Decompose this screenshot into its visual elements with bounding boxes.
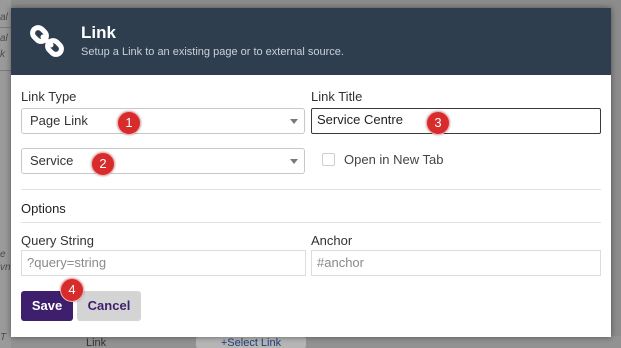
link-dialog: Link Setup a Link to an existing page or…	[11, 8, 611, 337]
open-new-tab-label: Open in New Tab	[344, 152, 444, 167]
link-title-label: Link Title	[311, 89, 363, 104]
link-type-select[interactable]: Page Link	[21, 108, 305, 134]
background-divider	[0, 70, 11, 71]
link-title-input[interactable]: Service Centre	[311, 108, 601, 134]
background-link-label: Link	[86, 337, 107, 348]
dialog-title: Link	[81, 23, 116, 42]
background-select-link-button: +Select Link	[196, 337, 306, 348]
annotation-badge: 1	[117, 111, 141, 135]
background-text-fragment: k	[0, 49, 5, 60]
anchor-placeholder: #anchor	[317, 255, 364, 270]
anchor-label: Anchor	[311, 233, 353, 248]
link-type-label: Link Type	[21, 89, 77, 104]
query-string-input[interactable]: ?query=string	[21, 250, 306, 276]
chevron-down-icon	[290, 159, 298, 164]
query-string-placeholder: ?query=string	[27, 255, 107, 270]
background-divider	[0, 27, 11, 28]
background-text-fragment: T	[0, 332, 7, 343]
divider	[21, 189, 601, 190]
annotation-badge: 2	[91, 152, 115, 176]
open-new-tab-checkbox[interactable]	[322, 153, 335, 166]
page-select[interactable]: Service	[21, 148, 305, 174]
chain-link-icon	[29, 23, 65, 59]
background-text-fragment: al	[0, 12, 8, 23]
divider	[21, 222, 601, 223]
dialog-header: Link Setup a Link to an existing page or…	[11, 8, 611, 75]
annotation-badge: 4	[60, 278, 84, 302]
query-string-label: Query String	[21, 233, 94, 248]
link-title-value: Service Centre	[317, 112, 403, 127]
chevron-down-icon	[290, 119, 298, 124]
background-text-fragment: al	[0, 33, 8, 44]
annotation-badge: 3	[426, 111, 450, 135]
link-type-value: Page Link	[30, 113, 88, 128]
page-select-value: Service	[30, 153, 74, 168]
anchor-input[interactable]: #anchor	[311, 250, 601, 276]
background-text-fragment: vn	[0, 262, 11, 273]
options-heading: Options	[21, 201, 66, 216]
cancel-button[interactable]: Cancel	[77, 291, 141, 321]
background-text-fragment: e	[0, 249, 6, 260]
dialog-subtitle: Setup a Link to an existing page or to e…	[81, 46, 344, 58]
